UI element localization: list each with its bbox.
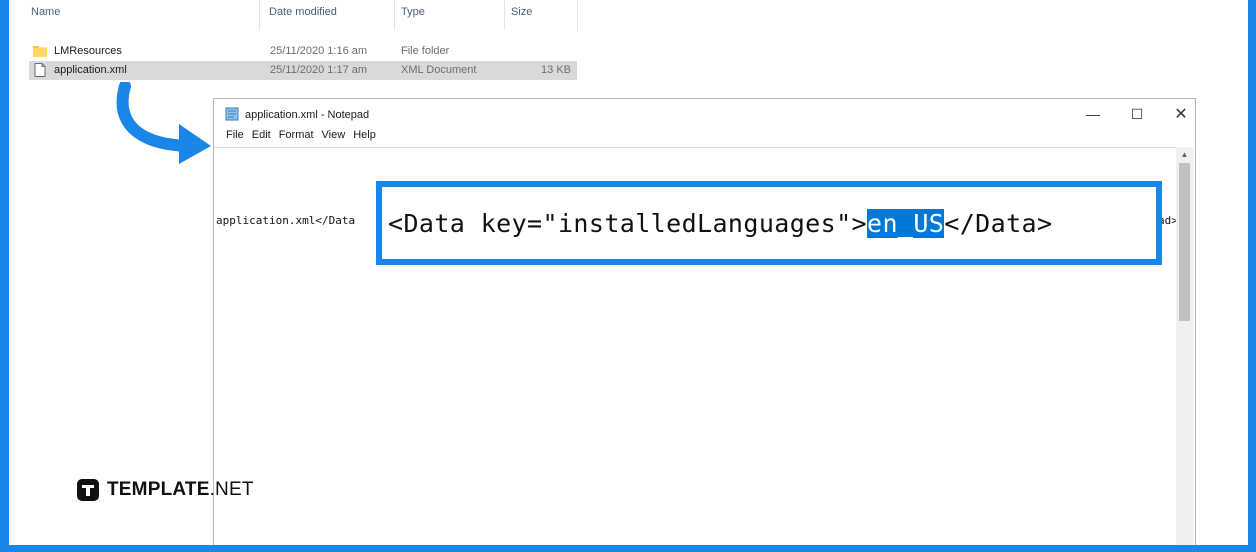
file-size: 13 KB [541,64,571,76]
column-header-type[interactable]: Type [401,6,425,32]
logo-text: TEMPLATE.NET [107,479,254,500]
xml-code-line: <Data key="installedLanguages">en_US</Da… [388,208,1053,238]
menu-bar: File Edit Format View Help [222,129,380,149]
notepad-window: application.xml - Notepad — ☐ ✕ File Edi… [213,98,1196,545]
scroll-thumb[interactable] [1179,163,1190,321]
scroll-up-icon[interactable]: ▲ [1178,149,1191,161]
code-after: </Data> [944,208,1053,238]
file-type: File folder [401,45,450,57]
column-divider [577,0,578,30]
column-divider [394,0,395,30]
column-divider [259,0,260,30]
editor-text-line: application.xml</Data [216,214,356,227]
file-row-lmresources[interactable]: LMResources 25/11/2020 1:16 am File fold… [29,42,577,61]
file-name: application.xml [54,64,127,76]
file-date: 25/11/2020 1:17 am [270,64,368,76]
zoomed-code-callout: <Data key="installedLanguages">en_US</Da… [376,181,1162,265]
template-net-logo: TEMPLATE.NET [77,479,254,501]
code-before: <Data key="installedLanguages"> [388,208,867,238]
menu-file[interactable]: File [222,129,248,149]
template-logo-icon [77,479,99,501]
file-row-application-xml[interactable]: application.xml 25/11/2020 1:17 am XML D… [29,61,577,80]
column-header-name[interactable]: Name [31,6,60,32]
screenshot-frame: Name Date modified Type Size LMResources… [9,0,1248,545]
column-header-date[interactable]: Date modified [269,6,337,32]
maximize-button[interactable]: ☐ [1120,103,1154,125]
close-button[interactable]: ✕ [1164,103,1198,125]
file-icon [33,63,47,77]
file-name: LMResources [54,45,122,57]
file-date: 25/11/2020 1:16 am [270,45,368,57]
selected-text: en_US [867,208,945,238]
column-header-size[interactable]: Size [511,6,532,32]
menu-help[interactable]: Help [349,129,380,149]
curved-arrow-icon [116,82,211,164]
column-divider [504,0,505,30]
menu-view[interactable]: View [318,129,350,149]
window-title: application.xml - Notepad [245,109,370,121]
folder-icon [33,44,47,58]
title-bar[interactable]: application.xml - Notepad — ☐ ✕ [214,99,1195,127]
minimize-button[interactable]: — [1076,103,1110,125]
file-type: XML Document [401,64,477,76]
vertical-scrollbar[interactable]: ▲ [1176,147,1193,545]
notepad-app-icon [225,107,239,121]
menu-format[interactable]: Format [275,129,318,149]
menu-edit[interactable]: Edit [248,129,275,149]
